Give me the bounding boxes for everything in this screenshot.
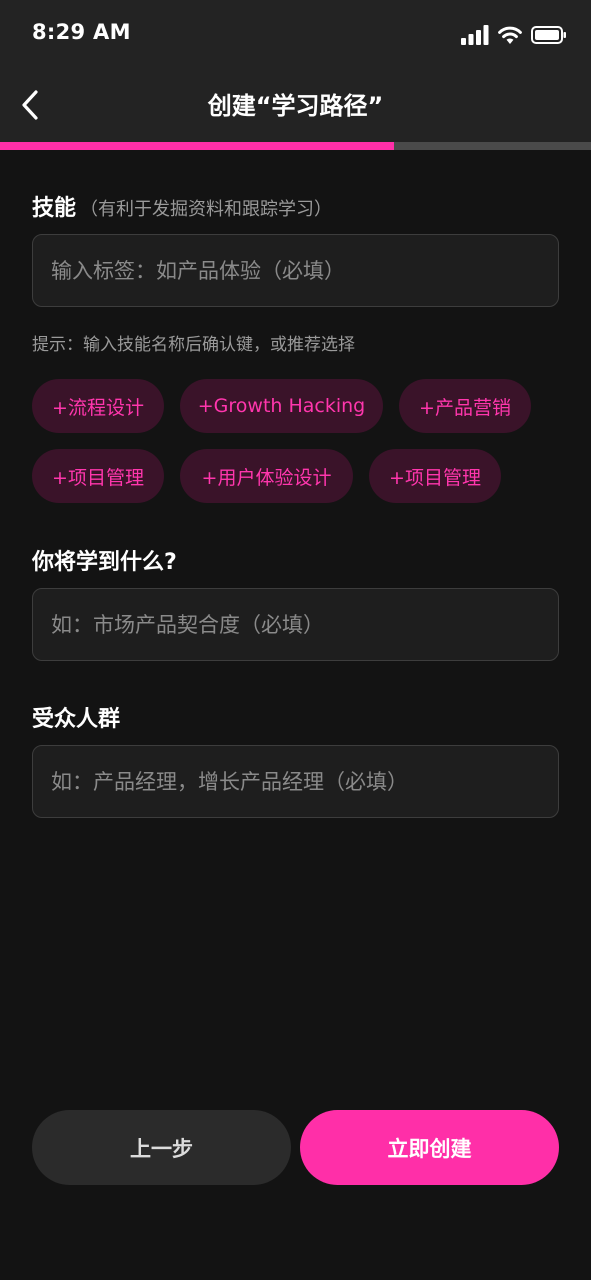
- status-time: 8:29 AM: [32, 20, 131, 44]
- audience-field[interactable]: [32, 745, 559, 818]
- skills-field[interactable]: [32, 234, 559, 307]
- audience-label: 受众人群: [32, 707, 121, 732]
- skills-label: 技能 （有利于发掘资料和跟踪学习）: [32, 190, 332, 222]
- status-icons: [461, 22, 567, 48]
- chip-product-marketing[interactable]: +产品营销: [399, 379, 531, 433]
- status-bar: 8:29 AM: [0, 0, 591, 68]
- battery-icon: [531, 26, 566, 44]
- skills-sublabel: （有利于发掘资料和跟踪学习）: [80, 199, 333, 220]
- wifi-icon: [498, 26, 522, 44]
- page-title: 创建“学习路径”: [207, 92, 384, 120]
- chip-growth-hacking[interactable]: +Growth Hacking: [180, 379, 383, 433]
- chip-process-design[interactable]: +流程设计: [32, 379, 164, 433]
- learn-label: 你将学到什么?: [32, 550, 177, 575]
- skills-title: 技能: [32, 196, 77, 221]
- skills-hint: 提示：输入技能名称后确认键，或推荐选择: [32, 335, 355, 355]
- nav-bar: 创建“学习路径”: [0, 68, 591, 142]
- learn-input[interactable]: [33, 589, 558, 660]
- audience-input[interactable]: [33, 746, 558, 817]
- chip-project-management[interactable]: +项目管理: [32, 449, 164, 503]
- create-now-button[interactable]: 立即创建: [300, 1110, 559, 1185]
- signal-icon: [461, 25, 489, 45]
- chip-project-management-2[interactable]: +项目管理: [369, 449, 501, 503]
- learn-field[interactable]: [32, 588, 559, 661]
- progress-bar-fill: [0, 142, 395, 150]
- previous-step-button[interactable]: 上一步: [32, 1110, 291, 1185]
- skills-input[interactable]: [33, 235, 558, 306]
- chip-ux-design[interactable]: +用户体验设计: [180, 449, 353, 503]
- progress-bar: [0, 142, 591, 150]
